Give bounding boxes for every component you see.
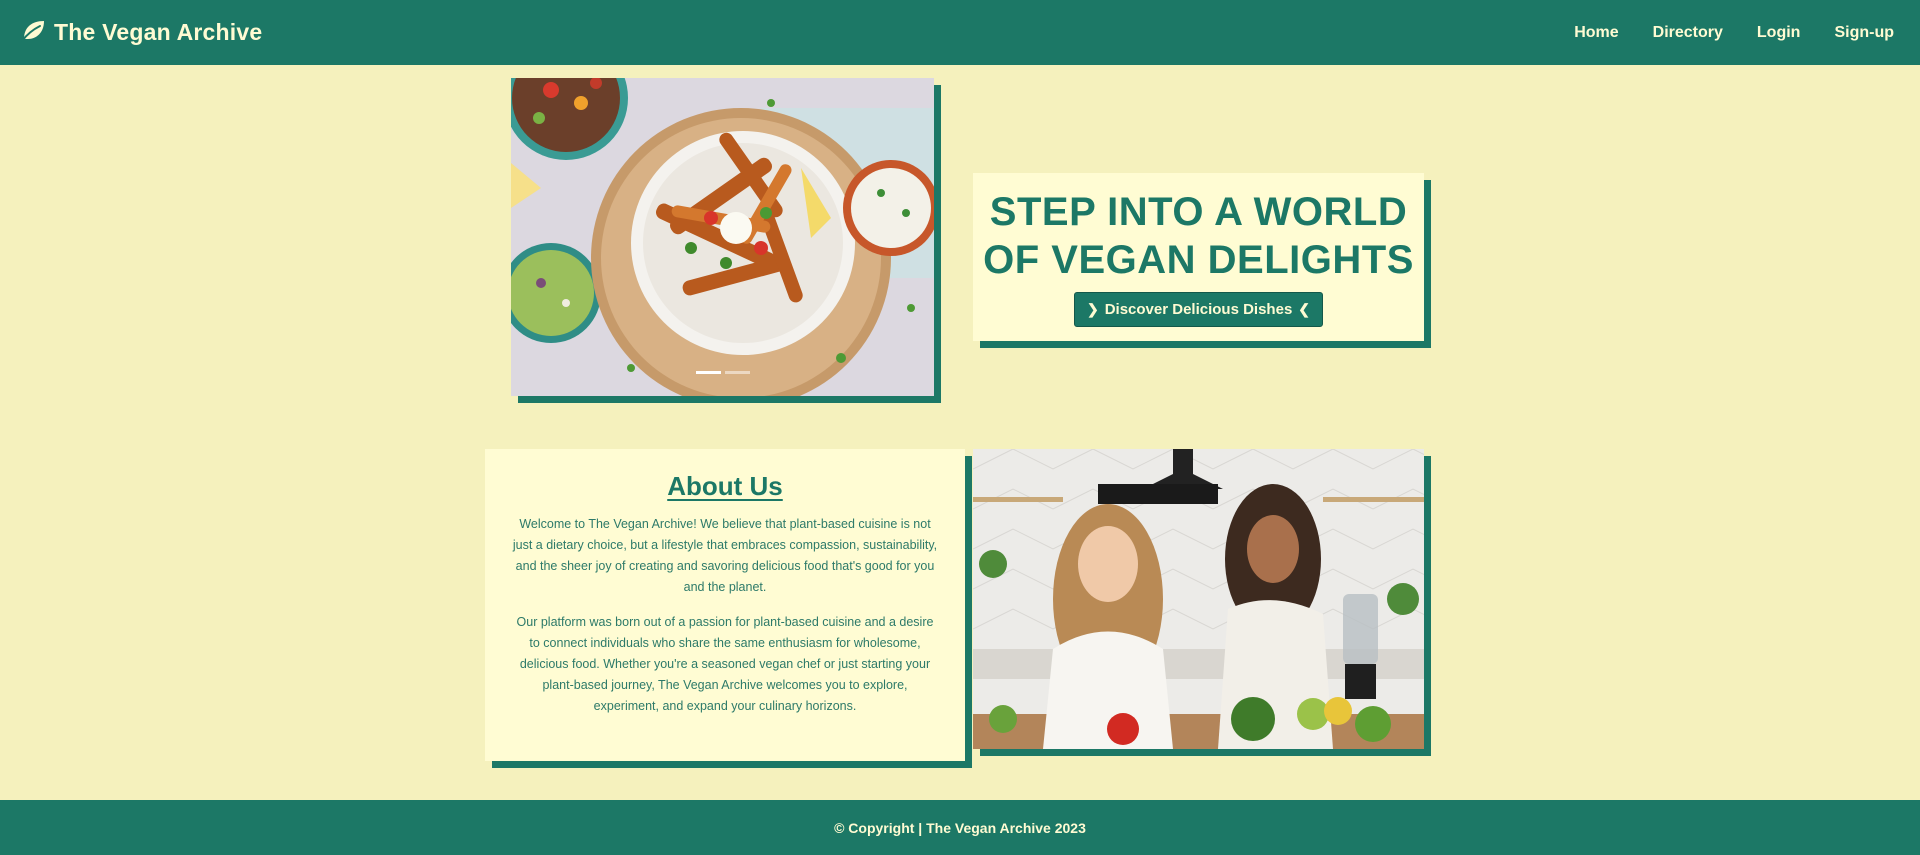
chevron-right-icon: ❯: [1086, 300, 1099, 317]
about-paragraph-1: Welcome to The Vegan Archive! We believe…: [512, 517, 938, 594]
navbar: The Vegan Archive Home Directory Login S…: [0, 0, 1920, 65]
nav-link-directory[interactable]: Directory: [1636, 24, 1740, 42]
carousel-indicators: [511, 371, 934, 374]
footer: © Copyright | The Vegan Archive 2023: [0, 800, 1920, 855]
discover-dishes-button[interactable]: ❯ Discover Delicious Dishes ❮: [1073, 291, 1324, 327]
nav-link-home[interactable]: Home: [1557, 24, 1635, 42]
about-title: About Us: [667, 471, 783, 501]
carousel-indicator[interactable]: [695, 371, 721, 374]
about-card: About Us Welcome to The Vegan Archive! W…: [485, 449, 965, 761]
hero-card: STEP INTO A WORLD OF VEGAN DELIGHTS ❯ Di…: [973, 173, 1424, 341]
kitchen-image-card: [973, 449, 1424, 749]
brand[interactable]: The Vegan Archive: [20, 17, 262, 48]
hero-title: STEP INTO A WORLD OF VEGAN DELIGHTS: [983, 188, 1414, 284]
food-carousel[interactable]: [511, 78, 934, 396]
two-women-cooking-photo: [973, 449, 1424, 749]
nav-links: Home Directory Login Sign-up: [1557, 24, 1900, 42]
nav-link-signup[interactable]: Sign-up: [1817, 24, 1900, 42]
about-paragraph-2: Our platform was born out of a passion f…: [516, 615, 934, 713]
hero-title-line1: STEP INTO A WORLD: [989, 189, 1408, 234]
leaf-icon: [20, 17, 46, 48]
carousel-indicator[interactable]: [724, 371, 750, 374]
discover-dishes-label: Discover Delicious Dishes: [1104, 300, 1293, 318]
nav-link-login[interactable]: Login: [1740, 24, 1818, 42]
brand-name: The Vegan Archive: [54, 19, 263, 45]
copyright-text: © Copyright | The Vegan Archive 2023: [834, 819, 1086, 836]
hero-title-line2: OF VEGAN DELIGHTS: [983, 237, 1414, 282]
vegan-dish-photo: [511, 78, 934, 396]
chevron-left-icon: ❮: [1298, 300, 1311, 317]
